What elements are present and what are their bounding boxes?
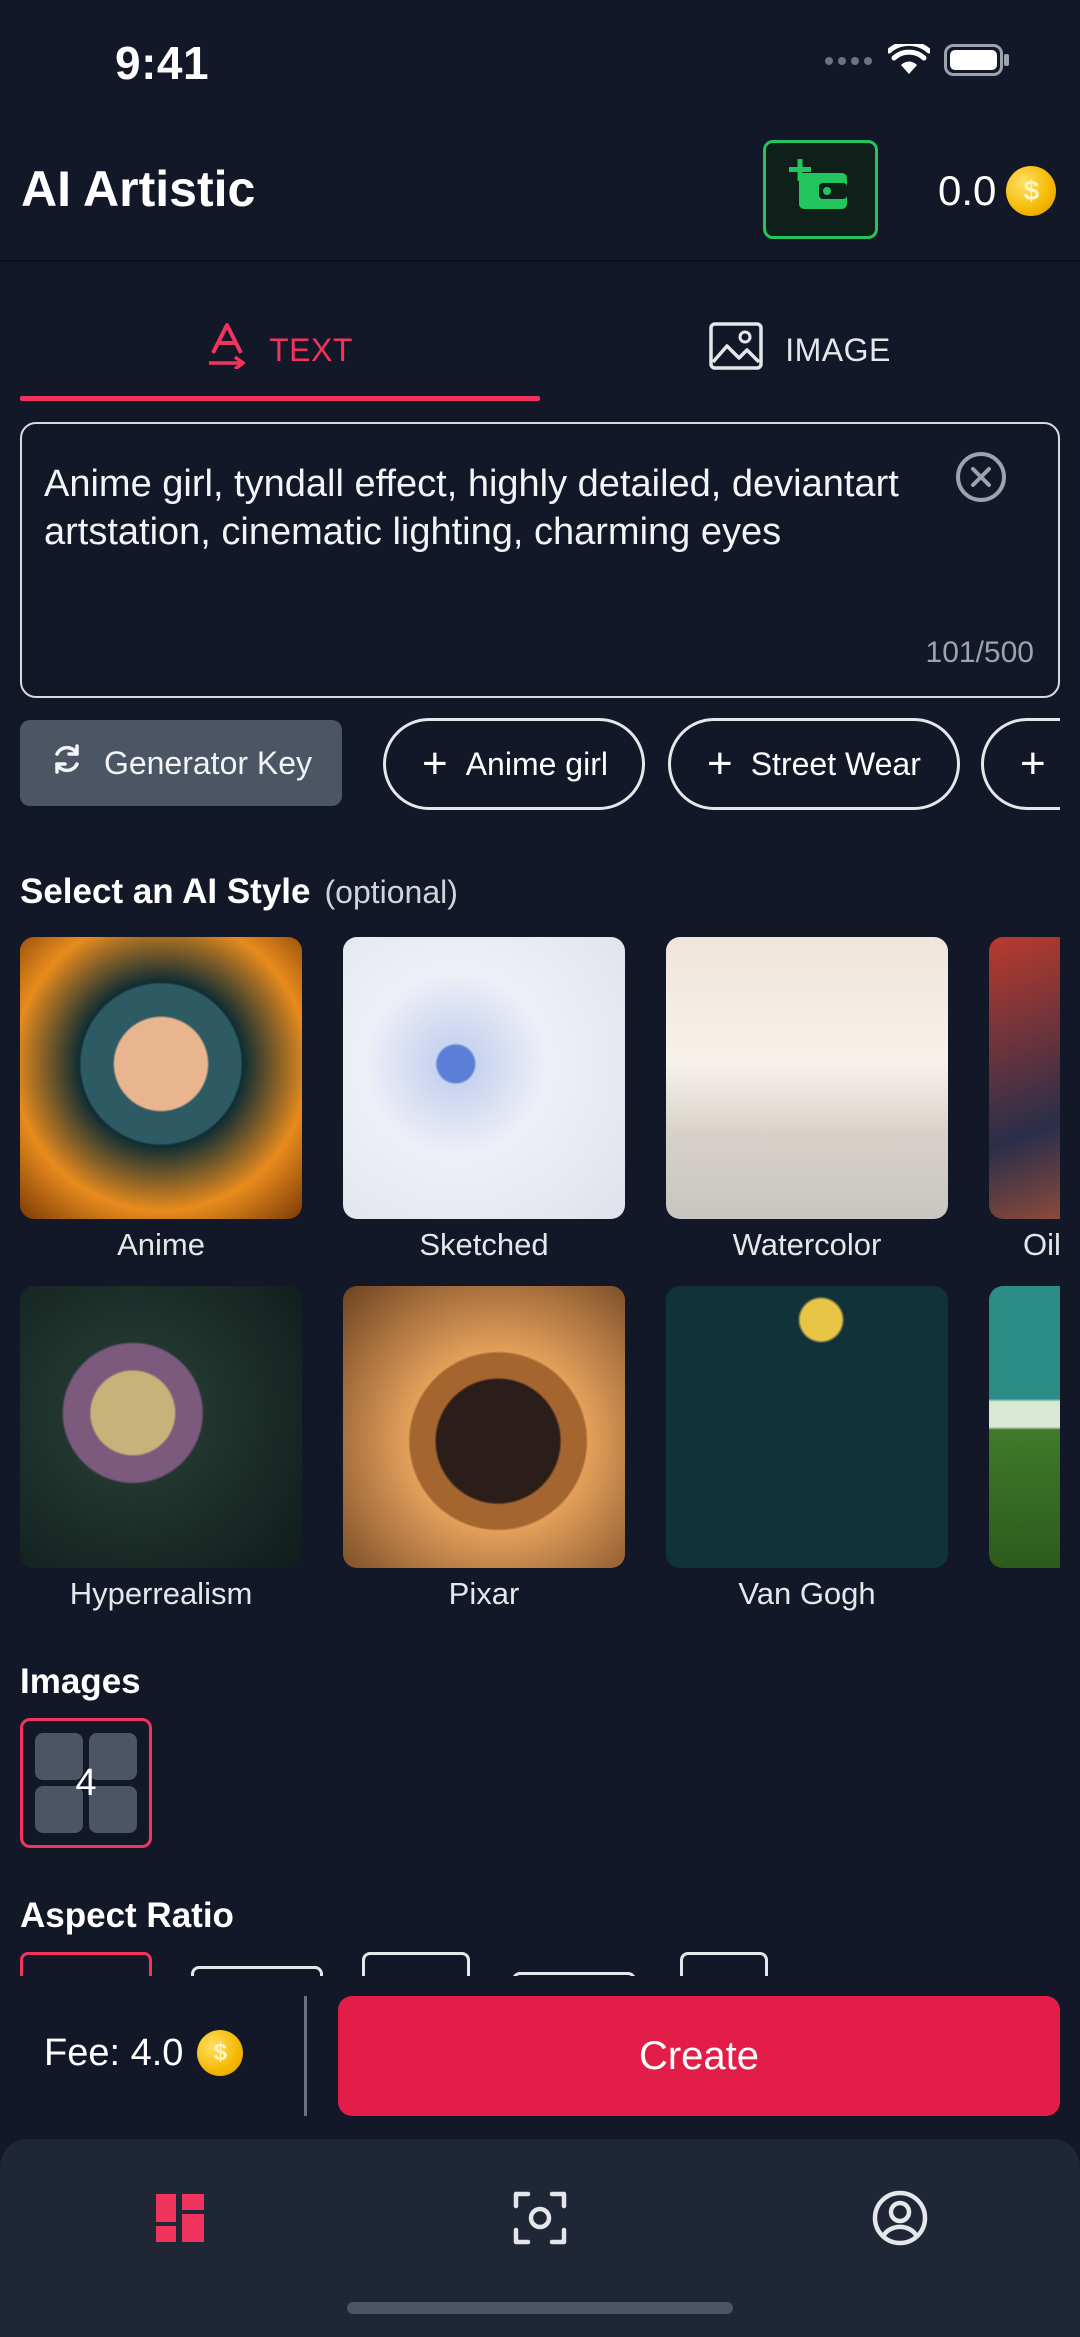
style-thumbnail bbox=[666, 1286, 948, 1568]
status-time: 9:41 bbox=[115, 37, 210, 89]
image-icon bbox=[709, 322, 763, 378]
nav-home[interactable] bbox=[120, 2170, 240, 2270]
suggestion-chip[interactable]: + Street Wear bbox=[668, 718, 960, 810]
home-indicator bbox=[347, 2302, 733, 2314]
credit-balance: 0.0 $ bbox=[938, 166, 1057, 216]
style-name: Hyperrealism bbox=[69, 1576, 253, 1611]
plus-icon: + bbox=[422, 739, 448, 788]
images-grid-icon: 4 bbox=[35, 1733, 137, 1833]
suggestion-chip[interactable]: + Anime girl bbox=[383, 718, 645, 810]
app-title: AI Artistic bbox=[21, 161, 256, 217]
generator-key-label: Generator Key bbox=[103, 744, 313, 781]
generator-key-button[interactable]: Generator Key bbox=[20, 720, 342, 806]
style-name: Pixar bbox=[448, 1576, 520, 1611]
style-grid: Anime Sketched Watercolor Oil Hyperreali… bbox=[0, 937, 1060, 1637]
style-name: Oil bbox=[1023, 1227, 1060, 1262]
style-name: Sketched bbox=[419, 1227, 549, 1262]
style-card-oil[interactable]: Oil bbox=[989, 937, 1060, 1263]
text-format-icon bbox=[207, 323, 247, 377]
style-thumbnail bbox=[20, 1286, 302, 1568]
style-thumbnail bbox=[989, 1286, 1060, 1568]
images-section-title: Images bbox=[20, 1662, 141, 1701]
style-section-title: Select an AI Style (optional) bbox=[20, 872, 458, 912]
image-count-value: 4 bbox=[75, 1761, 97, 1804]
aspect-ratio-option[interactable] bbox=[191, 1966, 323, 1976]
suggestion-chip[interactable]: + bbox=[981, 718, 1060, 810]
style-section-heading: Select an AI Style bbox=[20, 872, 311, 911]
wifi-icon bbox=[886, 40, 932, 81]
coin-icon: $ bbox=[1006, 166, 1057, 216]
char-count: 101/500 bbox=[925, 636, 1034, 669]
header-divider bbox=[0, 260, 1080, 262]
style-name: Anime bbox=[117, 1227, 205, 1262]
clear-prompt-button[interactable] bbox=[954, 450, 1008, 504]
style-card-pixar[interactable]: Pixar bbox=[343, 1286, 625, 1612]
profile-icon bbox=[871, 2189, 929, 2252]
signal-icon bbox=[824, 54, 874, 72]
fee-label: Fee: 4.0 bbox=[44, 2031, 184, 2074]
style-thumbnail bbox=[343, 937, 625, 1219]
optional-note: (optional) bbox=[324, 874, 458, 910]
suggestion-chip-label: Street Wear bbox=[750, 745, 921, 782]
active-tab-indicator bbox=[20, 396, 540, 401]
tab-text-label: TEXT bbox=[269, 331, 353, 368]
plus-icon: + bbox=[1020, 739, 1046, 788]
plus-icon: + bbox=[707, 739, 733, 788]
style-card-watercolor[interactable]: Watercolor bbox=[666, 937, 948, 1263]
coin-icon: $ bbox=[197, 2030, 244, 2076]
style-card-landscape[interactable] bbox=[989, 1286, 1060, 1568]
image-count-option[interactable]: 4 bbox=[20, 1718, 152, 1848]
add-credits-button[interactable] bbox=[763, 140, 878, 239]
create-button[interactable]: Create bbox=[338, 1996, 1060, 2116]
status-icons bbox=[824, 40, 1010, 81]
suggestion-chip-label: Anime girl bbox=[465, 745, 608, 782]
nav-scan[interactable] bbox=[480, 2170, 600, 2270]
tab-text[interactable]: TEXT bbox=[20, 300, 540, 400]
aspect-ratio-options bbox=[0, 1948, 1080, 1976]
tab-image-label: IMAGE bbox=[785, 331, 891, 368]
fee-display: Fee: 4.0 $ bbox=[44, 2030, 244, 2076]
style-card-sketched[interactable]: Sketched bbox=[343, 937, 625, 1263]
dashboard-icon bbox=[154, 2192, 206, 2249]
refresh-icon bbox=[50, 742, 84, 784]
aspect-ratio-option[interactable] bbox=[362, 1952, 470, 1976]
aspect-ratio-option[interactable] bbox=[680, 1952, 768, 1976]
style-name: Van Gogh bbox=[738, 1576, 876, 1611]
prompt-text[interactable]: Anime girl, tyndall effect, highly detai… bbox=[44, 460, 944, 556]
fee-divider bbox=[304, 1996, 307, 2116]
style-name: Watercolor bbox=[732, 1227, 882, 1262]
style-card-anime[interactable]: Anime bbox=[20, 937, 302, 1263]
style-card-van-gogh[interactable]: Van Gogh bbox=[666, 1286, 948, 1612]
balance-value: 0.0 bbox=[938, 167, 997, 214]
style-thumbnail bbox=[666, 937, 948, 1219]
wallet-plus-icon bbox=[788, 159, 853, 220]
style-thumbnail bbox=[343, 1286, 625, 1568]
aspect-ratio-option[interactable] bbox=[20, 1952, 152, 1976]
style-card-hyperrealism[interactable]: Hyperrealism bbox=[20, 1286, 302, 1612]
nav-profile[interactable] bbox=[840, 2170, 960, 2270]
tab-image[interactable]: IMAGE bbox=[540, 300, 1060, 400]
prompt-suggestions: Generator Key + Anime girl + Street Wear… bbox=[20, 718, 1060, 810]
scan-icon bbox=[512, 2190, 568, 2251]
close-circle-icon bbox=[954, 452, 1008, 508]
style-thumbnail bbox=[989, 937, 1060, 1219]
prompt-input[interactable]: Anime girl, tyndall effect, highly detai… bbox=[20, 422, 1060, 698]
battery-icon bbox=[944, 44, 1010, 81]
aspect-ratio-title: Aspect Ratio bbox=[20, 1896, 234, 1935]
style-thumbnail bbox=[20, 937, 302, 1219]
